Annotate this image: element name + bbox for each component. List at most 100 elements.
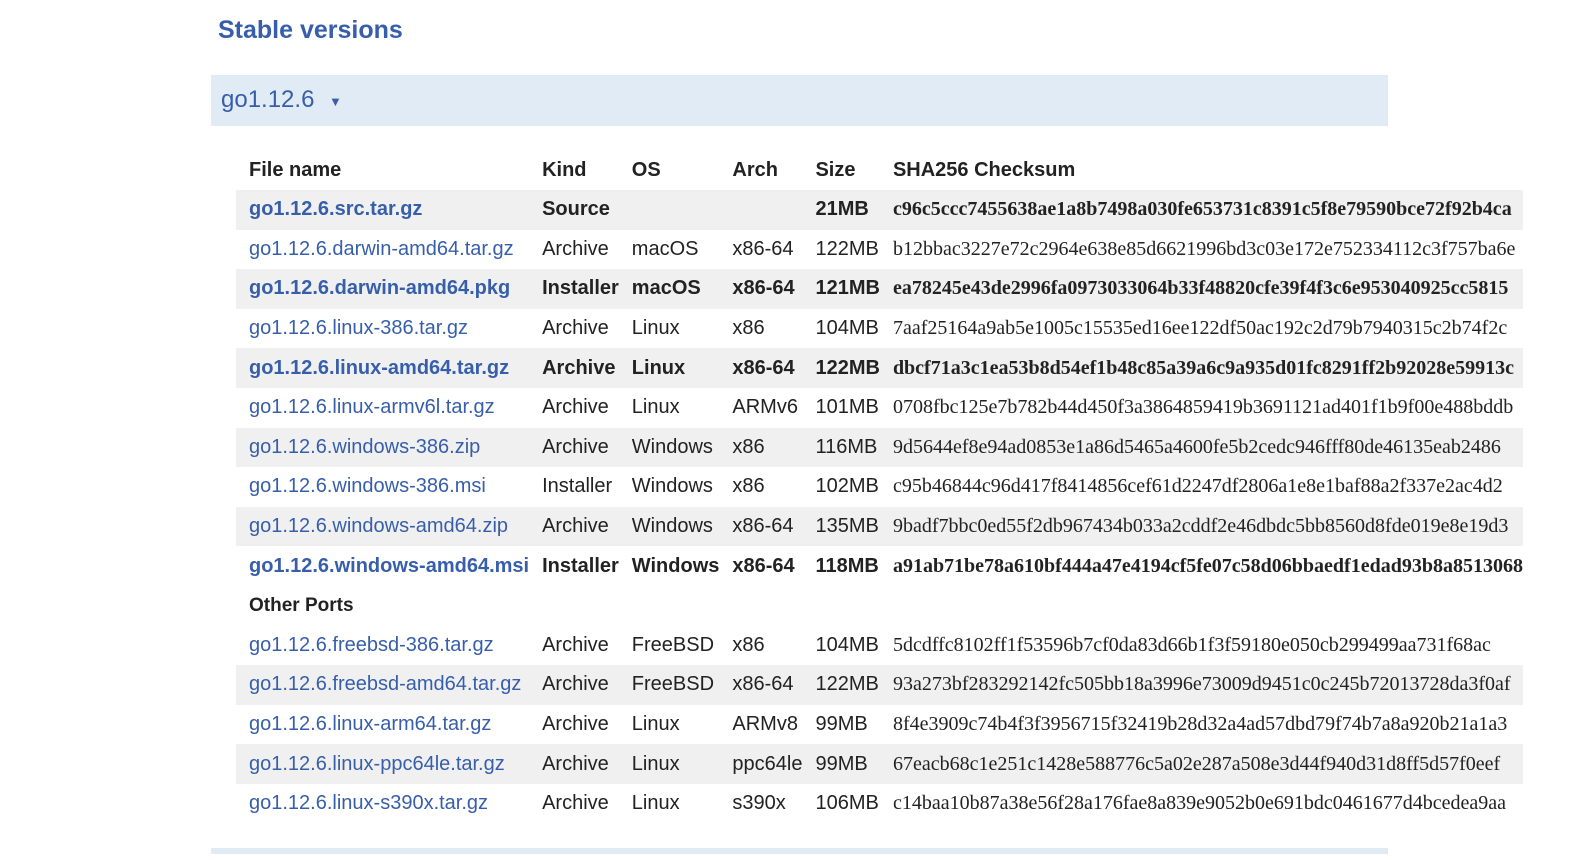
kind-cell: Archive (542, 792, 609, 815)
os-cell (618, 190, 720, 230)
file-name-cell: go1.12.6.linux-ppc64le.tar.gz (236, 744, 530, 784)
table-row: go1.12.6.linux-s390x.tar.gz Archive Linux s… (236, 784, 1523, 824)
checksum-cell: 93a273bf283292142fc505bb18a3996e73009d94… (879, 665, 1523, 705)
download-link[interactable]: go1.12.6.windows-amd64.zip (249, 515, 508, 537)
download-link[interactable]: go1.12.6.darwin-amd64.pkg (249, 277, 510, 299)
file-name-cell: go1.12.6.darwin-amd64.pkg (236, 269, 530, 309)
os-cell: Linux (618, 348, 720, 388)
table-row: go1.12.6.darwin-amd64.tar.gz Archive macOS… (236, 230, 1523, 270)
arch-cell: ARMv6 (732, 396, 798, 419)
os-cell: Linux (631, 396, 680, 419)
arch-cell (719, 190, 803, 230)
checksum-cell: 67eacb68c1e251c1428e588776c5a02e287a508e… (879, 744, 1523, 784)
file-name-cell: go1.12.6.linux-amd64.tar.gz (236, 348, 530, 388)
kind-cell: Archive (542, 237, 609, 260)
arch-cell: x86-64 (719, 506, 803, 547)
kind-cell: Archive (542, 317, 609, 340)
os-cell: FreeBSD (618, 665, 720, 705)
arch-cell: x86 (719, 427, 803, 468)
download-link[interactable]: go1.12.6.windows-386.zip (249, 436, 480, 458)
version-label: go1.12.6 (221, 86, 315, 113)
checksum-cell: 5dcdffc8102ff1f53596b7cf0da83d66b1f3f591… (892, 633, 1491, 656)
download-link[interactable]: go1.12.6.darwin-amd64.tar.gz (249, 238, 514, 260)
table-row: go1.12.6.linux-ppc64le.tar.gz Archive Linu… (236, 744, 1523, 784)
header-checksum: SHA256 Checksum (892, 158, 1076, 181)
checksum-cell: 8f4e3909c74b4f3f3956715f32419b28d32a4ad5… (892, 713, 1508, 736)
table-row: go1.12.6.linux-armv6l.tar.gz Archive Linux… (236, 388, 1523, 428)
kind-cell: Installer (542, 475, 613, 498)
checksum-cell: a91ab71be78a610bf444a47e4194cf5fe07c58d0… (892, 554, 1523, 577)
download-link[interactable]: go1.12.6.freebsd-386.tar.gz (249, 634, 494, 656)
header-file-name: File name (249, 158, 342, 181)
header-kind: Kind (542, 158, 587, 181)
table-row: go1.12.6.linux-amd64.tar.gz Archive Linux x… (236, 348, 1523, 388)
kind-cell: Archive (542, 713, 609, 736)
arch-cell: x86-64 (719, 348, 803, 388)
size-cell: 106MB (815, 792, 879, 815)
download-link[interactable]: go1.12.6.linux-arm64.tar.gz (249, 713, 491, 735)
other-ports-group: Other Ports (236, 586, 1523, 626)
size-cell: 99MB (802, 744, 880, 784)
os-cell: Linux (618, 744, 720, 784)
os-cell: Linux (631, 792, 680, 815)
section-title: Stable versions (218, 16, 403, 44)
checksum-cell: b12bbac3227e72c2964e638e85d6621996bd3c03… (892, 237, 1516, 260)
size-cell: 121MB (802, 269, 880, 309)
download-link[interactable]: go1.12.6.linux-ppc64le.tar.gz (249, 753, 505, 775)
arch-cell: s390x (732, 792, 786, 815)
arch-cell: x86-64 (719, 269, 803, 309)
file-name-cell: go1.12.6.linux-386.tar.gz (236, 309, 529, 349)
table-row: go1.12.6.windows-amd64.zip Archive Windows… (236, 506, 1523, 547)
checksum-cell: c14baa10b87a38e56f28a176fae8a839e9052b0e… (892, 792, 1507, 815)
os-cell: macOS (631, 237, 699, 260)
kind-cell: Archive (529, 744, 619, 784)
kind-cell: Installer (529, 269, 619, 309)
arch-cell: x86-64 (732, 554, 795, 577)
file-name-cell: go1.12.6.linux-armv6l.tar.gz (236, 388, 529, 428)
checksum-cell: 0708fbc125e7b782b44d450f3a3864859419b369… (892, 396, 1514, 419)
kind-cell: Archive (542, 633, 609, 656)
table-row: go1.12.6.linux-arm64.tar.gz Archive Linux A… (236, 705, 1523, 745)
download-link[interactable]: go1.12.6.linux-armv6l.tar.gz (249, 396, 495, 418)
download-link[interactable]: go1.12.6.freebsd-amd64.tar.gz (249, 673, 521, 695)
other-ports-row: Other Ports (236, 586, 1523, 626)
next-version-header[interactable] (211, 848, 1388, 854)
os-cell: Windows (618, 506, 720, 547)
download-link[interactable]: go1.12.6.linux-s390x.tar.gz (249, 792, 488, 814)
version-toggle[interactable]: go1.12.6 ▼ (211, 75, 1388, 126)
kind-cell: Archive (529, 427, 619, 468)
size-cell: 104MB (815, 317, 879, 340)
size-cell: 101MB (815, 396, 879, 419)
download-link[interactable]: go1.12.6.windows-amd64.msi (249, 555, 529, 577)
size-cell: 122MB (802, 665, 880, 705)
file-name-cell: go1.12.6.windows-amd64.zip (236, 506, 530, 547)
file-name-cell: go1.12.6.src.tar.gz (236, 190, 530, 230)
checksum-cell: 7aaf25164a9ab5e1005c15535ed16ee122df50ac… (892, 317, 1508, 340)
file-name-cell: go1.12.6.freebsd-386.tar.gz (236, 626, 529, 666)
download-link[interactable]: go1.12.6.src.tar.gz (249, 198, 422, 220)
download-link[interactable]: go1.12.6.linux-386.tar.gz (249, 317, 468, 339)
kind-cell: Source (529, 190, 619, 230)
checksum-cell: c95b46844c96d417f8414856cef61d2247df2806… (892, 475, 1503, 498)
table-row: go1.12.6.windows-386.zip Archive Windows x8… (236, 427, 1523, 468)
arch-cell: x86 (732, 633, 765, 656)
downloads-table: File name Kind OS Arch Size SHA256 Check… (236, 150, 1523, 824)
size-cell: 99MB (815, 713, 868, 736)
download-link[interactable]: go1.12.6.windows-386.msi (249, 475, 486, 497)
arch-cell: x86 (732, 317, 765, 340)
kind-cell: Installer (542, 554, 619, 577)
arch-cell: ppc64le (719, 744, 803, 784)
header-size: Size (815, 158, 856, 181)
table-header-row: File name Kind OS Arch Size SHA256 Check… (236, 150, 1523, 190)
checksum-cell: ea78245e43de2996fa0973033064b33f48820cfe… (879, 269, 1523, 309)
size-cell: 21MB (802, 190, 880, 230)
header-arch: Arch (732, 158, 778, 181)
table-row: go1.12.6.windows-amd64.msi Installer Windo… (236, 546, 1523, 586)
os-cell: Windows (618, 427, 720, 468)
table-row: go1.12.6.darwin-amd64.pkg Installer macOS x… (236, 269, 1523, 309)
other-ports-label: Other Ports (249, 594, 354, 616)
os-cell: Windows (631, 475, 713, 498)
size-cell: 104MB (815, 633, 879, 656)
size-cell: 135MB (802, 506, 880, 547)
download-link[interactable]: go1.12.6.linux-amd64.tar.gz (249, 357, 509, 379)
